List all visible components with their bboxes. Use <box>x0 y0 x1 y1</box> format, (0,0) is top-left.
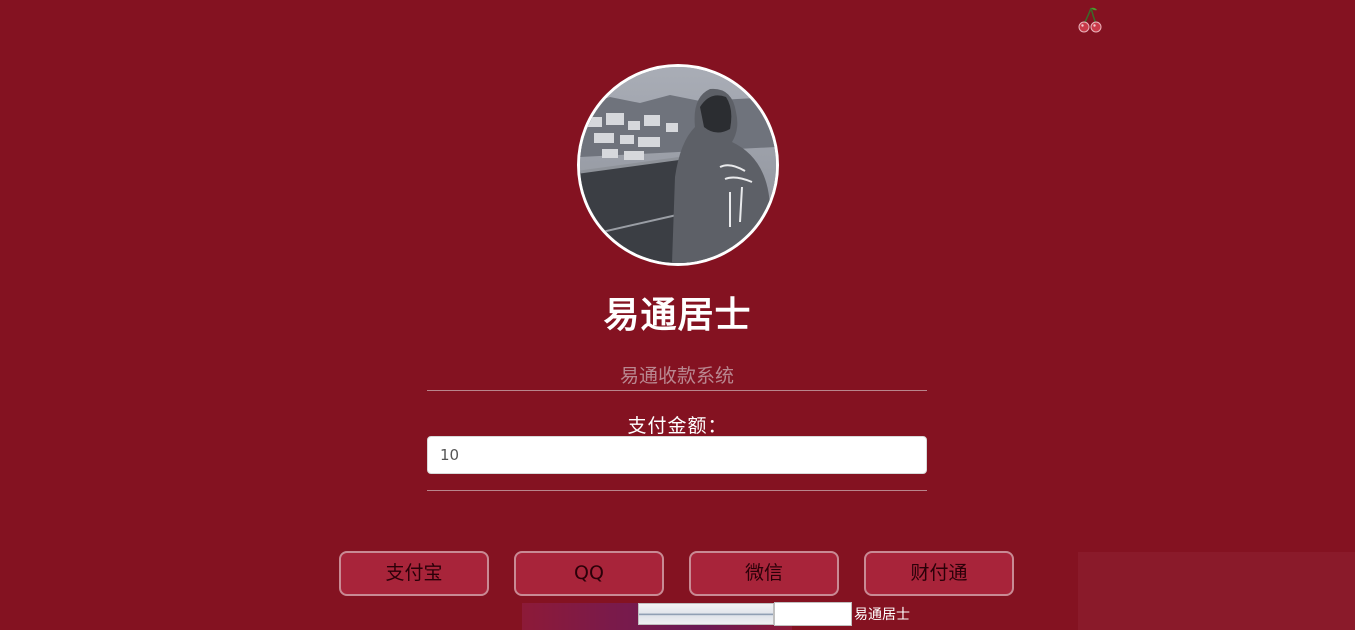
footer-widget: 易通居士 <box>638 602 910 626</box>
alipay-button[interactable]: 支付宝 <box>339 551 489 596</box>
footer-thumbnail <box>638 603 774 625</box>
side-overlay-panel <box>1078 552 1355 630</box>
cherry-icon <box>1078 7 1102 33</box>
system-name-input[interactable] <box>427 362 927 391</box>
page-title: 易通居士 <box>603 295 752 336</box>
amount-input[interactable] <box>427 436 927 474</box>
avatar <box>577 64 779 266</box>
qq-pay-button[interactable]: QQ <box>514 551 664 596</box>
avatar-photo <box>580 67 776 263</box>
footer-name: 易通居士 <box>854 607 910 623</box>
footer-blank-box <box>774 602 852 626</box>
amount-label: 支付金额： <box>627 415 728 437</box>
form-divider <box>427 490 927 491</box>
payment-page: 易通居士 支付金额： 支付宝 QQ 微信 财付通 易通居士 <box>0 0 1355 630</box>
tenpay-button[interactable]: 财付通 <box>864 551 1014 596</box>
wechat-pay-button[interactable]: 微信 <box>689 551 839 596</box>
